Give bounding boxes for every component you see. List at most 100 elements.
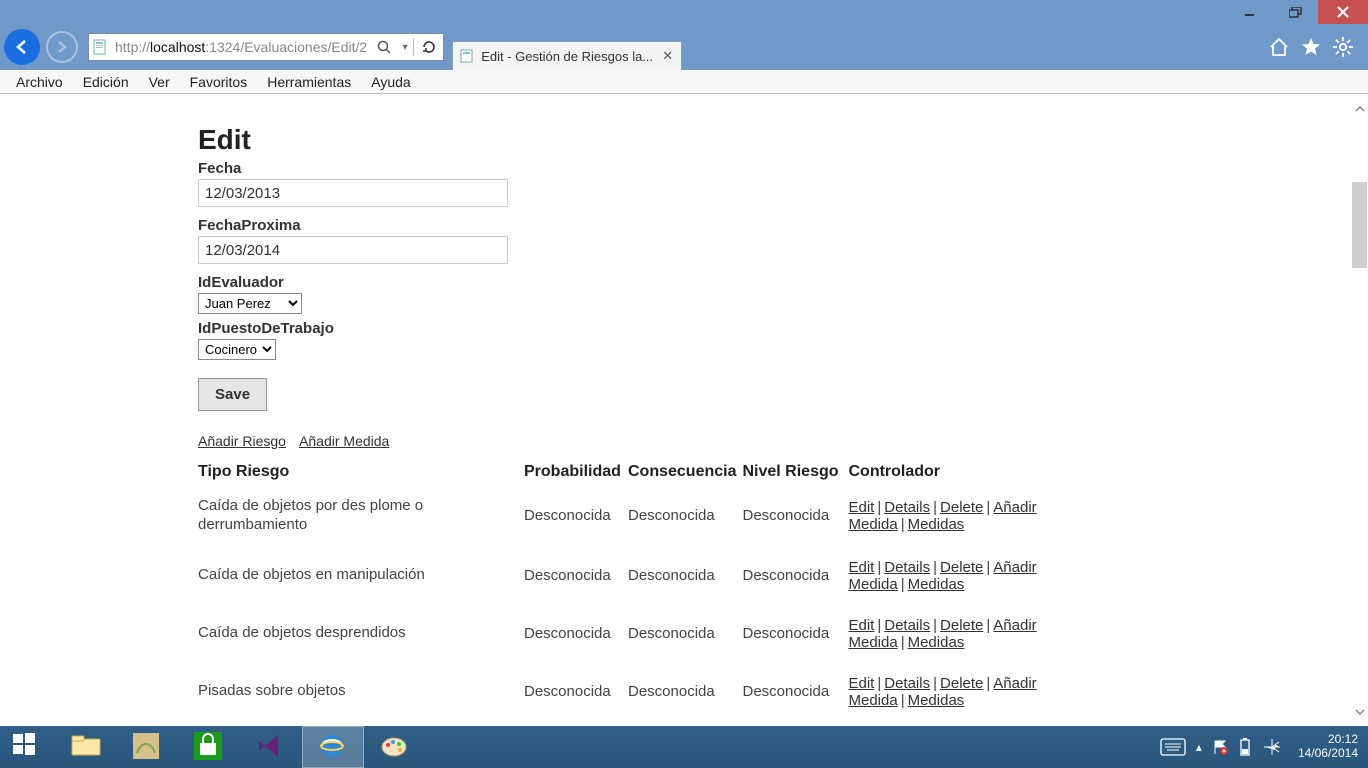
browser-tab[interactable]: Edit - Gestión de Riesgos la... ✕ [452,41,682,70]
cell-prob: Desconocida [524,485,628,547]
row-details-link[interactable]: Details [884,675,930,692]
label-id-evaluador: IdEvaluador [198,274,1198,291]
save-button[interactable]: Save [198,378,267,411]
row-delete-link[interactable]: Delete [940,617,983,634]
menu-edicion[interactable]: Edición [73,71,139,93]
row-medidas-link[interactable]: Medidas [908,692,965,709]
row-medidas-link[interactable]: Medidas [908,516,965,533]
scroll-thumb[interactable] [1352,182,1367,268]
menu-archivo[interactable]: Archivo [6,71,73,93]
browser-nav-bar: http://localhost:1324/Evaluaciones/Edit/… [0,24,1368,70]
taskbar-app2[interactable] [116,726,178,768]
row-details-link[interactable]: Details [884,499,930,516]
airplane-icon[interactable] [1262,737,1282,757]
taskbar-visual-studio[interactable] [240,726,302,768]
battery-icon[interactable] [1238,737,1252,757]
home-icon[interactable] [1268,36,1290,58]
row-edit-link[interactable]: Edit [848,617,874,634]
table-row: Caída de objetos por des plome o derrumb… [198,485,1108,547]
row-delete-link[interactable]: Delete [940,675,983,692]
row-details-link[interactable]: Details [884,617,930,634]
cell-tipo: Caída de objetos en manipulación [198,547,524,605]
cell-ctrl: Edit|Details|Delete|Añadir Medida|Medida… [848,547,1108,605]
start-button[interactable] [0,726,54,768]
address-bar[interactable]: http://localhost:1324/Evaluaciones/Edit/… [88,33,444,61]
cell-tipo: Caída de objetos por des plome o derrumb… [198,485,524,547]
cell-tipo: Choques contra objetos inmóviles [198,721,524,727]
tab-page-icon [459,48,475,64]
back-button[interactable] [4,29,40,65]
page-icon [89,35,111,59]
add-medida-link[interactable]: Añadir Medida [299,433,389,449]
taskbar-store[interactable] [178,726,240,768]
tab-title: Edit - Gestión de Riesgos la... [481,49,653,64]
cell-nivel: Desconocida [742,485,848,547]
window-minimize-button[interactable] [1226,0,1272,24]
cell-tipo: Pisadas sobre objetos [198,663,524,721]
cell-cons: Desconocida [628,485,742,547]
cell-ctrl: Edit|Details|Delete|Añadir Medida|Medida… [848,485,1108,547]
row-medidas-link[interactable]: Medidas [908,634,965,651]
table-row: Caída de objetos en manipulaciónDesconoc… [198,547,1108,605]
puesto-select[interactable]: Cocinero [198,339,276,360]
table-row: Caída de objetos desprendidosDesconocida… [198,605,1108,663]
fecha-input[interactable] [198,179,508,207]
menu-ayuda[interactable]: Ayuda [361,71,420,93]
menu-herramientas[interactable]: Herramientas [257,71,361,93]
taskbar-explorer[interactable] [54,726,116,768]
col-cons: Consecuencia [628,459,742,485]
label-fecha-proxima: FechaProxima [198,217,1198,234]
page-viewport: Edit Fecha FechaProxima IdEvaluador Juan… [0,94,1368,726]
row-edit-link[interactable]: Edit [848,499,874,516]
tray-date: 14/06/2014 [1298,747,1358,761]
search-icon[interactable] [371,39,397,55]
tray-clock[interactable]: 20:12 14/06/2014 [1292,733,1358,761]
address-url[interactable]: http://localhost:1324/Evaluaciones/Edit/… [111,39,371,55]
riesgos-table: Tipo Riesgo Probabilidad Consecuencia Ni… [198,459,1108,726]
flag-icon[interactable] [1212,739,1228,755]
row-delete-link[interactable]: Delete [940,559,983,576]
refresh-button[interactable] [413,38,443,56]
cell-prob: Desconocida [524,721,628,727]
menu-favoritos[interactable]: Favoritos [180,71,258,93]
forward-button[interactable] [46,31,78,63]
tray-time: 20:12 [1298,733,1358,747]
menu-ver[interactable]: Ver [139,71,180,93]
tray-chevron-icon[interactable]: ▴ [1196,740,1202,754]
col-ctrl: Controlador [848,459,1108,485]
scroll-up-icon[interactable] [1351,100,1368,117]
taskbar-paint[interactable] [364,726,426,768]
system-tray: ▴ 20:12 14/06/2014 [1160,733,1368,761]
tab-close-icon[interactable]: ✕ [660,48,675,64]
label-id-puesto: IdPuestoDeTrabajo [198,320,1198,337]
row-details-link[interactable]: Details [884,559,930,576]
cell-cons: Desconocida [628,547,742,605]
page-content: Edit Fecha FechaProxima IdEvaluador Juan… [198,94,1198,726]
row-edit-link[interactable]: Edit [848,559,874,576]
row-edit-link[interactable]: Edit [848,675,874,692]
cell-tipo: Caída de objetos desprendidos [198,605,524,663]
cell-prob: Desconocida [524,663,628,721]
row-delete-link[interactable]: Delete [940,499,983,516]
cell-ctrl: Edit|Details|Delete|Añadir Medida|Medida… [848,663,1108,721]
taskbar-ie[interactable] [302,726,364,768]
window-maximize-button[interactable] [1272,0,1318,24]
fecha-proxima-input[interactable] [198,236,508,264]
settings-icon[interactable] [1332,36,1354,58]
row-medidas-link[interactable]: Medidas [908,576,965,593]
scroll-down-icon[interactable] [1351,703,1368,720]
col-nivel: Nivel Riesgo [742,459,848,485]
cell-nivel: Desconocida [742,721,848,727]
evaluador-select[interactable]: Juan Perez [198,293,302,314]
window-close-button[interactable] [1318,0,1368,24]
keyboard-icon[interactable] [1160,738,1186,756]
cell-nivel: Desconocida [742,547,848,605]
cell-ctrl: Edit|Details|Delete|Añadir Medida|Medida… [848,721,1108,727]
table-row: Choques contra objetos inmóvilesDesconoc… [198,721,1108,727]
cell-cons: Desconocida [628,721,742,727]
add-riesgo-link[interactable]: Añadir Riesgo [198,433,286,449]
cell-ctrl: Edit|Details|Delete|Añadir Medida|Medida… [848,605,1108,663]
cell-prob: Desconocida [524,547,628,605]
address-dropdown-icon[interactable]: ▾ [397,42,413,53]
favorites-icon[interactable] [1300,36,1322,58]
